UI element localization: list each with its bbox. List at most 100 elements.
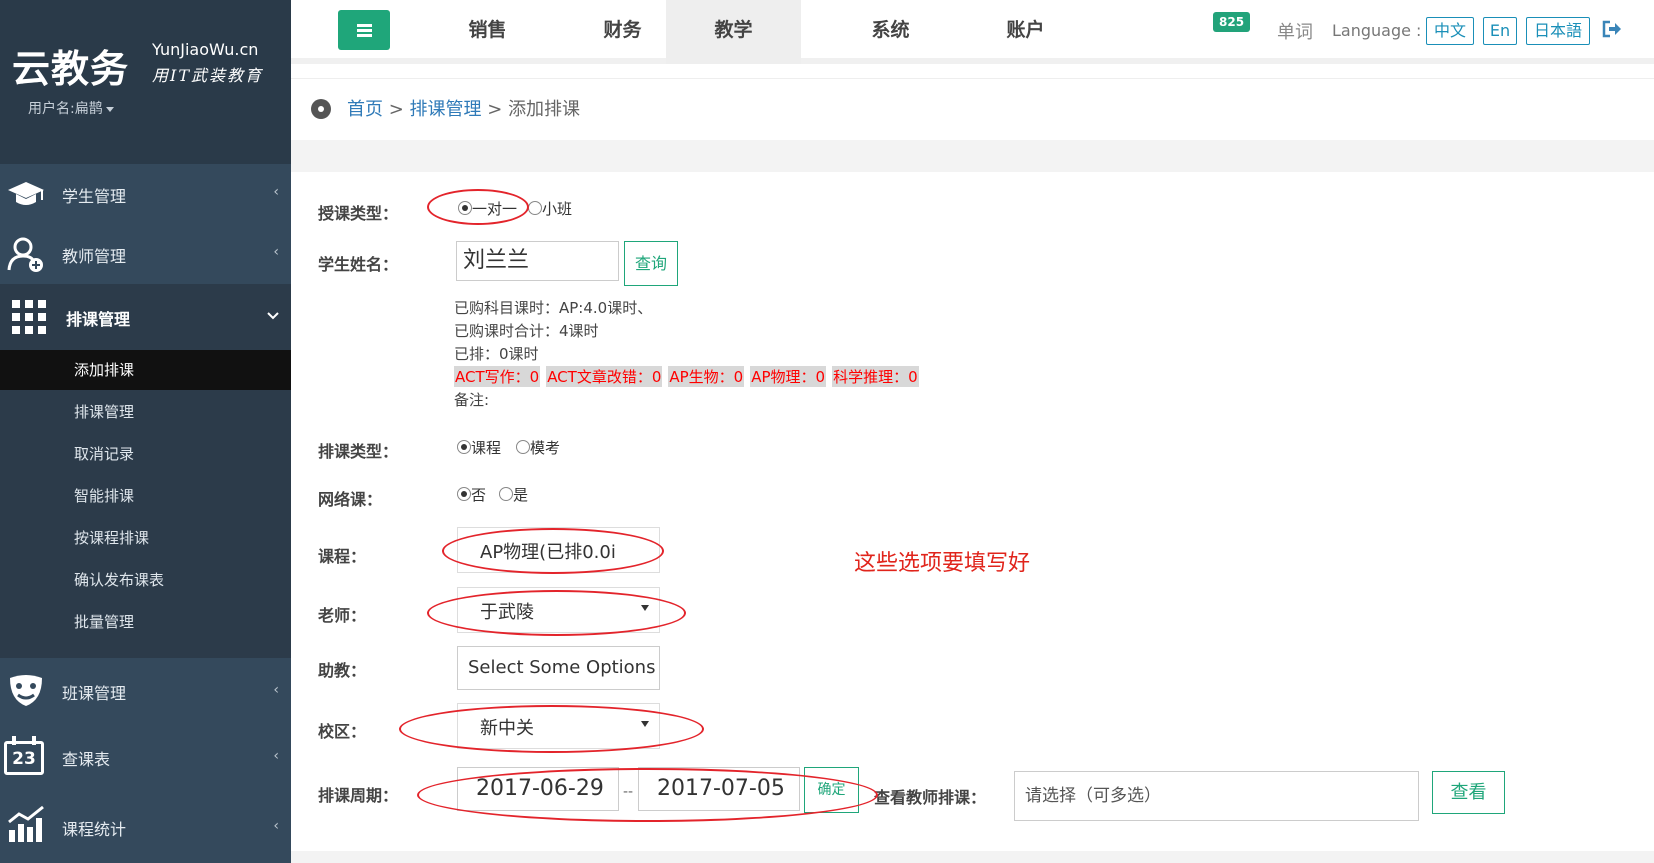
chevron-left-icon: ‹ [273, 748, 279, 764]
add-user-icon [7, 237, 43, 272]
campus-select[interactable]: 新中关 [457, 703, 660, 749]
assistant-label: 助教： [318, 661, 367, 680]
menu-toggle-button[interactable] [338, 10, 390, 50]
breadcrumb-home[interactable]: 首页 [347, 99, 383, 120]
course-select[interactable]: AP物理(已排0.0i [457, 527, 660, 573]
online-class-label: 网络课： [318, 490, 383, 509]
period-label: 排课周期： [318, 786, 399, 805]
user-menu[interactable]: 用户名:扁鹊 [28, 98, 114, 118]
sidebar-item-teachers[interactable]: 教师管理 ‹ [0, 224, 291, 284]
online-no[interactable]: 否 [457, 484, 486, 505]
caret-down-icon [105, 106, 114, 112]
tab-sales[interactable]: 销售 [420, 0, 555, 64]
teach-type-small-class[interactable]: 小班 [528, 198, 572, 219]
schedule-submenu: 添加排课 排课管理 取消记录 智能排课 按课程排课 确认发布课表 批量管理 [0, 350, 291, 658]
query-button[interactable]: 查询 [624, 241, 678, 286]
teach-type-one-on-one[interactable]: 一对一 [458, 198, 517, 219]
period-end-input[interactable]: 2017-07-05 [638, 767, 800, 811]
teach-type-label: 授课类型： [318, 204, 399, 223]
grid-icon [12, 300, 46, 334]
notification-button[interactable]: 825 [1213, 12, 1251, 40]
calendar-day: 23 [12, 749, 36, 769]
chevron-left-icon: ‹ [273, 818, 279, 834]
annotation-note: 这些选项要填写好 [854, 551, 1031, 576]
vocabulary-link[interactable]: 单词 [1277, 18, 1313, 44]
confirm-button[interactable]: 确定 [804, 767, 859, 813]
sidebar-item-students[interactable]: 学生管理 ‹ [0, 164, 291, 224]
assistant-multiselect[interactable]: Select Some Options [457, 646, 660, 690]
schedule-type-mock-exam[interactable]: 模考 [516, 437, 560, 458]
chevron-left-icon: ‹ [273, 244, 279, 260]
submenu-schedule-manage[interactable]: 排课管理 [0, 392, 291, 432]
sidebar-item-schedule[interactable]: 排课管理 [0, 284, 291, 350]
teacher-value: 于武陵 [480, 602, 534, 623]
subject-tag: AP生物：0 [668, 366, 745, 387]
breadcrumb-section[interactable]: 排课管理 [410, 99, 482, 120]
radio-label: 小班 [542, 200, 573, 218]
radio-button[interactable] [457, 440, 471, 454]
radio-button[interactable] [499, 487, 513, 501]
subject-tag: ACT文章改错：0 [546, 366, 663, 387]
campus-label: 校区： [318, 722, 367, 741]
campus-value: 新中关 [480, 718, 534, 739]
radio-button[interactable] [516, 440, 530, 454]
submenu-publish[interactable]: 确认发布课表 [0, 560, 291, 600]
subject-tag: AP物理：0 [750, 366, 827, 387]
radio-button[interactable] [458, 201, 472, 215]
sidebar-item-label: 查课表 [62, 750, 111, 769]
user-name: 用户名:扁鹊 [28, 101, 103, 117]
top-bar: 销售 财务 教学 系统 账户 825 单词 Language : 中文 En 日… [291, 0, 1654, 64]
theater-masks-icon [10, 675, 42, 706]
submenu-smart-schedule[interactable]: 智能排课 [0, 476, 291, 516]
sidebar-item-label: 学生管理 [62, 187, 127, 206]
subject-tags: ACT写作：0 ACT文章改错：0 AP生物：0 AP物理：0 科学推理：0 [454, 366, 925, 387]
purchased-total-hours: 已购课时合计：4课时 [454, 322, 599, 340]
brand-area: 云教务 YunJiaoWu.cn 用IT武装教育 用户名:扁鹊 [0, 0, 291, 164]
assistant-placeholder: Select Some Options [468, 657, 656, 678]
view-button[interactable]: 查看 [1432, 771, 1505, 814]
scheduled-hours: 已排：0课时 [454, 345, 539, 363]
logout-icon[interactable] [1602, 20, 1622, 38]
sidebar-item-timetable[interactable]: 23 查课表 ‹ [0, 724, 291, 790]
tab-system[interactable]: 系统 [823, 0, 958, 64]
chevron-down-icon [267, 312, 279, 320]
online-yes[interactable]: 是 [499, 484, 528, 505]
submenu-batch[interactable]: 批量管理 [0, 602, 291, 642]
content-divider [291, 140, 1654, 172]
radio-label: 一对一 [472, 200, 518, 218]
schedule-type-label: 排课类型： [318, 442, 399, 461]
teacher-schedule-select[interactable]: 请选择（可多选） [1014, 771, 1419, 821]
logo-slogan: 用IT武装教育 [152, 66, 263, 85]
student-name-label: 学生姓名： [318, 255, 399, 274]
radio-button[interactable] [457, 487, 471, 501]
caret-down-icon [641, 605, 649, 611]
submenu-cancel-records[interactable]: 取消记录 [0, 434, 291, 474]
student-name-input[interactable]: 刘兰兰 [456, 241, 619, 281]
submenu-add-schedule[interactable]: 添加排课 [0, 350, 291, 390]
teacher-label: 老师： [318, 606, 367, 625]
schedule-type-course[interactable]: 课程 [457, 437, 501, 458]
period-separator: -- [623, 784, 634, 800]
logo: 云教务 [12, 47, 130, 91]
lang-ja-button[interactable]: 日本語 [1526, 17, 1590, 45]
logo-domain: YunJiaoWu.cn [152, 40, 259, 59]
teacher-select[interactable]: 于武陵 [457, 587, 660, 633]
breadcrumb-trail: 首页 > 排课管理 > 添加排课 [347, 95, 580, 121]
lang-zh-button[interactable]: 中文 [1426, 17, 1474, 45]
subject-tag: 科学推理：0 [832, 366, 919, 387]
tab-teaching[interactable]: 教学 [666, 0, 801, 64]
submenu-by-course[interactable]: 按课程排课 [0, 518, 291, 558]
sidebar-item-stats[interactable]: 课程统计 ‹ [0, 790, 291, 863]
radio-button[interactable] [528, 201, 542, 215]
radio-label: 否 [471, 486, 487, 504]
period-start-input[interactable]: 2017-06-29 [457, 767, 619, 811]
breadcrumb-separator: > [481, 99, 509, 120]
lang-en-button[interactable]: En [1483, 17, 1517, 45]
course-label: 课程： [318, 547, 367, 566]
purchased-subject-hours: 已购科目课时：AP:4.0课时、 [454, 299, 653, 317]
tab-account[interactable]: 账户 [958, 0, 1093, 64]
radio-label: 课程 [471, 439, 502, 457]
sidebar-item-classes[interactable]: 班课管理 ‹ [0, 658, 291, 724]
caret-down-icon [641, 721, 649, 727]
subject-tag: ACT写作：0 [454, 366, 541, 387]
